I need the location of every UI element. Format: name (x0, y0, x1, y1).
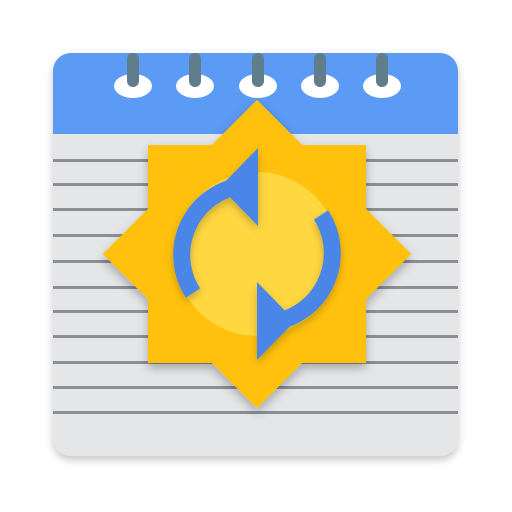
app-icon-svg (53, 53, 458, 456)
app-icon (0, 0, 512, 512)
